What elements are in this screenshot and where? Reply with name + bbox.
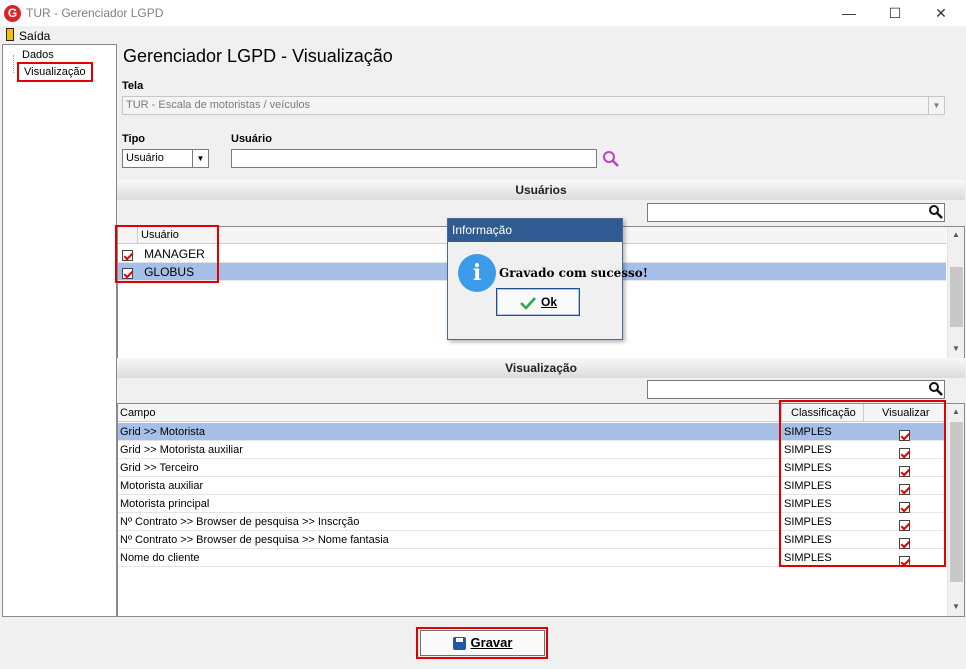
scroll-thumb[interactable] (950, 422, 963, 582)
usuarios-scrollbar[interactable]: ▲ ▼ (947, 227, 964, 358)
page-title: Gerenciador LGPD - Visualização (123, 46, 393, 66)
tipo-select-value: Usuário (126, 152, 164, 164)
campo-column-header: Campo (120, 407, 156, 419)
usuario-filter-label: Usuário (231, 133, 272, 145)
campo-cell: Nome do cliente (120, 552, 200, 564)
campo-cell: Grid >> Terceiro (120, 462, 199, 474)
minimize-button[interactable]: — (826, 0, 872, 26)
ok-button[interactable]: Ok (496, 288, 580, 316)
scroll-down-icon[interactable]: ▼ (948, 599, 964, 615)
visualizacao-section-header: Visualização (117, 358, 965, 378)
highlight-box-gravar (416, 627, 548, 659)
exit-door-icon (6, 28, 14, 41)
campo-cell: Nº Contrato >> Browser de pesquisa >> In… (120, 516, 360, 528)
tipo-select[interactable]: Usuário ▼ (122, 149, 209, 168)
search-icon[interactable] (601, 150, 621, 168)
highlight-box-visualizacao (779, 400, 946, 567)
visualizacao-scrollbar[interactable]: ▲ ▼ (947, 404, 964, 616)
scroll-up-icon[interactable]: ▲ (948, 227, 964, 243)
highlight-box-usuarios (115, 225, 219, 283)
usuario-input[interactable] (231, 149, 597, 168)
tree-item-dados[interactable]: Dados (22, 49, 54, 61)
campo-cell: Nº Contrato >> Browser de pesquisa >> No… (120, 534, 389, 546)
dialog-message: Gravado com sucesso! (499, 266, 649, 280)
usuarios-search-input[interactable] (647, 203, 945, 222)
info-icon: i (458, 254, 496, 292)
tela-select-value: TUR - Escala de motoristas / veículos (126, 99, 311, 111)
window-title: TUR - Gerenciador LGPD (26, 6, 164, 20)
tree-connector (13, 55, 14, 73)
search-icon[interactable] (928, 381, 944, 397)
ok-button-label: Ok (540, 295, 557, 309)
maximize-button[interactable]: ☐ (872, 0, 918, 26)
highlight-box-tree (17, 62, 93, 82)
scroll-up-icon[interactable]: ▲ (948, 404, 964, 420)
campo-cell: Grid >> Motorista auxiliar (120, 444, 243, 456)
usuarios-section-header: Usuários (117, 180, 965, 200)
tela-label: Tela (122, 80, 144, 92)
navigation-tree (2, 44, 117, 617)
scroll-thumb[interactable] (950, 267, 963, 327)
visualizacao-search-input[interactable] (647, 380, 945, 399)
scroll-down-icon[interactable]: ▼ (948, 341, 964, 357)
chevron-down-icon[interactable]: ▼ (928, 97, 944, 114)
campo-cell: Motorista auxiliar (120, 480, 204, 492)
menu-bar (0, 26, 966, 44)
chevron-down-icon[interactable]: ▼ (192, 150, 208, 167)
search-icon[interactable] (928, 204, 944, 220)
close-button[interactable]: ✕ (918, 0, 964, 26)
campo-cell: Grid >> Motorista (120, 426, 205, 438)
campo-cell: Motorista principal (120, 498, 210, 510)
tela-select[interactable]: TUR - Escala de motoristas / veículos ▼ (122, 96, 945, 115)
tipo-label: Tipo (122, 133, 146, 145)
dialog-title: Informação (448, 219, 622, 242)
checkmark-icon (520, 296, 536, 310)
menu-item-saida[interactable]: Saída (19, 29, 50, 43)
app-logo-icon: G (4, 5, 21, 22)
